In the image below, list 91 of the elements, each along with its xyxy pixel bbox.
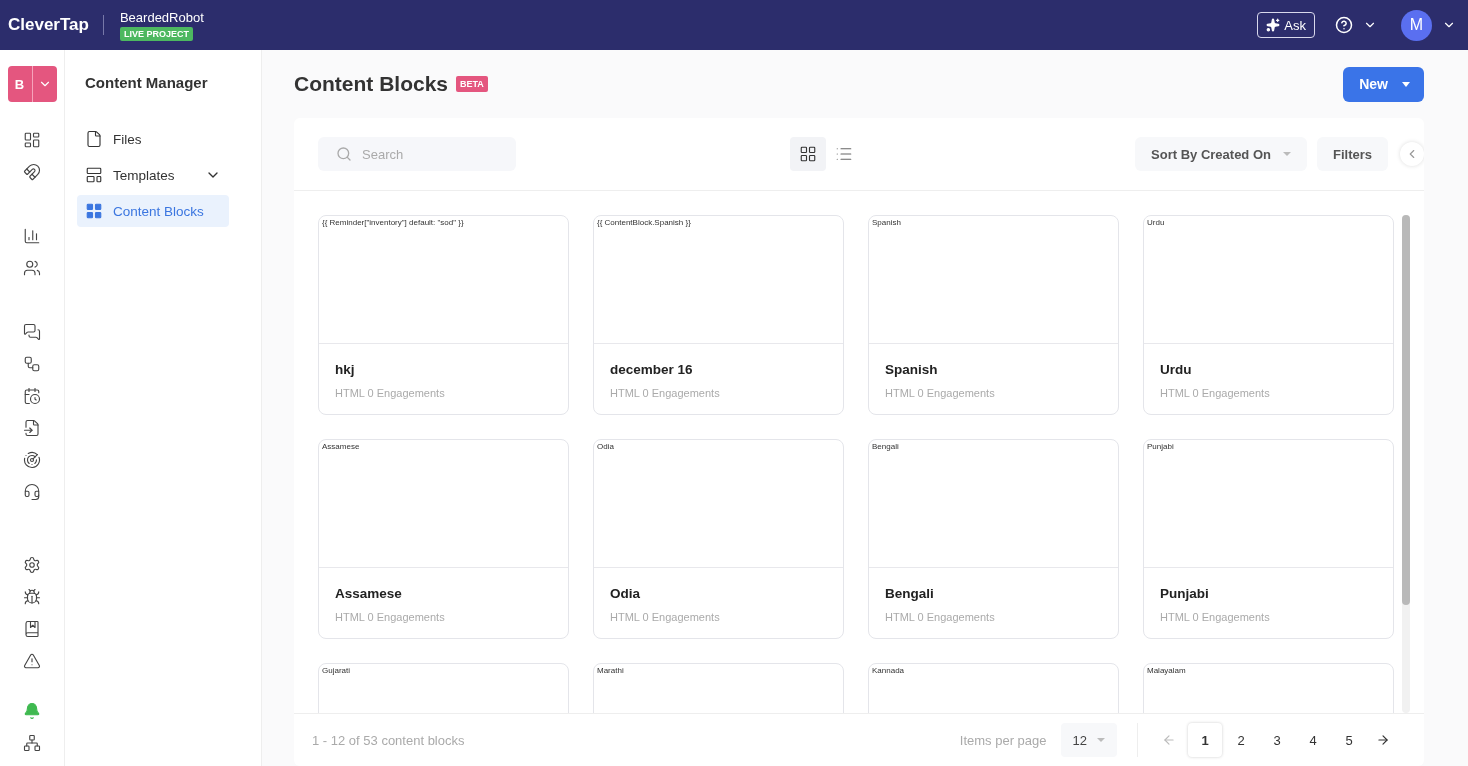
ask-button[interactable]: Ask	[1257, 12, 1315, 38]
card-title: Bengali	[885, 586, 935, 601]
new-button[interactable]: New	[1343, 66, 1424, 102]
dashboard-icon[interactable]	[23, 131, 41, 149]
scrollbar[interactable]	[1402, 215, 1410, 713]
content-block-card[interactable]: Malayalam	[1143, 663, 1394, 713]
target-icon[interactable]	[23, 451, 41, 469]
card-title: Odia	[610, 586, 641, 601]
avatar: M	[1401, 9, 1432, 41]
file-icon	[85, 130, 103, 148]
card-meta: HTML 0 Engagements	[335, 387, 446, 399]
card-meta: HTML 0 Engagements	[610, 387, 721, 399]
card-title: december 16	[610, 362, 694, 377]
card-title: Spanish	[885, 362, 939, 377]
nav-item[interactable]: Templates	[77, 159, 229, 191]
items-per-page-label: Items per page	[959, 732, 1047, 748]
account-switcher[interactable]: B	[7, 66, 57, 102]
help-menu-button[interactable]	[1335, 16, 1377, 34]
headset-icon[interactable]	[23, 483, 41, 501]
preview-text: Spanish	[872, 218, 901, 227]
card-meta: HTML 0 Engagements	[885, 387, 996, 399]
page-button[interactable]: 5	[1332, 723, 1366, 757]
live-project-badge: LIVE PROJECT	[119, 26, 193, 41]
page-button[interactable]: 1	[1188, 723, 1222, 757]
results-summary: 1 - 12 of 53 content blocks	[312, 732, 465, 748]
content-block-card[interactable]: Bengali Bengali HTML 0 Engagements	[868, 439, 1119, 639]
messages-icon[interactable]	[23, 323, 41, 341]
bell-icon[interactable]	[23, 702, 41, 720]
sort-dropdown[interactable]: Sort By Created On	[1135, 137, 1307, 171]
preview-text: Malayalam	[1147, 666, 1186, 675]
preview-text: Punjabi	[1147, 442, 1174, 451]
preview-text: Assamese	[322, 442, 360, 451]
warning-icon[interactable]	[23, 652, 41, 670]
document-icon[interactable]	[23, 419, 41, 437]
bookmark-icon[interactable]	[23, 620, 41, 638]
account-menu-button[interactable]: M	[1401, 9, 1456, 41]
preview-text: Gujarati	[322, 666, 350, 675]
card-meta: HTML 0 Engagements	[1160, 611, 1271, 623]
users-icon[interactable]	[23, 259, 41, 277]
preview-text: Odia	[597, 442, 614, 451]
filters-button[interactable]: Filters	[1317, 137, 1388, 171]
preview-text: Urdu	[1147, 218, 1165, 227]
search-field[interactable]: Search	[318, 137, 516, 171]
content-block-card[interactable]: {{ ContentBlock.Spanish }} december 16 HTML 0 Engagements	[593, 215, 844, 415]
preview-text: Marathi	[597, 666, 624, 675]
card-meta: HTML 0 Engagements	[1160, 387, 1271, 399]
logo: CleverTap	[8, 15, 104, 35]
preview-text: {{ Reminder["inventory"] default: "sod" }}	[322, 218, 464, 227]
card-meta: HTML 0 Engagements	[610, 611, 721, 623]
content-block-card[interactable]: Odia Odia HTML 0 Engagements	[593, 439, 844, 639]
content-block-card[interactable]: Marathi	[593, 663, 844, 713]
card-title: Assamese	[335, 586, 403, 601]
beta-badge: BETA	[456, 76, 488, 92]
page-button[interactable]: 4	[1296, 723, 1330, 757]
content-block-card[interactable]: {{ Reminder["inventory"] default: "sod" }} hkj HTML 0 Engagements	[318, 215, 569, 415]
help-icon	[1335, 16, 1353, 34]
card-title: Urdu	[1160, 362, 1193, 377]
items-per-page-dropdown[interactable]: 12	[1060, 723, 1117, 757]
list-icon	[834, 145, 853, 163]
card-meta: HTML 0 Engagements	[885, 611, 996, 623]
nav-item[interactable]: Files	[77, 123, 229, 155]
content-block-card[interactable]: Kannada	[868, 663, 1119, 713]
layout-icon	[85, 166, 103, 184]
bug-icon[interactable]	[23, 588, 41, 606]
preview-text: Bengali	[872, 442, 899, 451]
calendar-clock-icon[interactable]	[23, 387, 41, 405]
hierarchy-icon[interactable]	[23, 734, 41, 752]
content-block-card[interactable]: Urdu Urdu HTML 0 Engagements	[1143, 215, 1394, 415]
grid-icon	[798, 145, 817, 163]
card-title: Punjabi	[1160, 586, 1210, 601]
nav-item[interactable]: Content Blocks	[77, 195, 229, 227]
flow-icon[interactable]	[23, 355, 41, 373]
card-title: hkj	[335, 362, 356, 377]
page-button[interactable]: 3	[1260, 723, 1294, 757]
preview-text: {{ ContentBlock.Spanish }}	[597, 218, 691, 227]
bar-chart-icon[interactable]	[23, 227, 41, 245]
nav-title: Content Manager	[85, 74, 209, 91]
settings-icon[interactable]	[23, 556, 41, 574]
sparkle-icon	[1266, 18, 1281, 32]
card-meta: HTML 0 Engagements	[335, 611, 446, 623]
content-block-card[interactable]: Spanish Spanish HTML 0 Engagements	[868, 215, 1119, 415]
page-title: Content Blocks	[294, 72, 448, 96]
page-button[interactable]: 2	[1224, 723, 1258, 757]
grid-view-button[interactable]	[789, 137, 826, 171]
preview-text: Kannada	[872, 666, 905, 675]
content-block-card[interactable]: Assamese Assamese HTML 0 Engagements	[318, 439, 569, 639]
project-name: BeardedRobot	[119, 9, 204, 25]
content-block-card[interactable]: Punjabi Punjabi HTML 0 Engagements	[1143, 439, 1394, 639]
grid-icon	[85, 202, 103, 220]
magnet-icon[interactable]	[23, 163, 41, 181]
content-block-card[interactable]: Gujarati	[318, 663, 569, 713]
